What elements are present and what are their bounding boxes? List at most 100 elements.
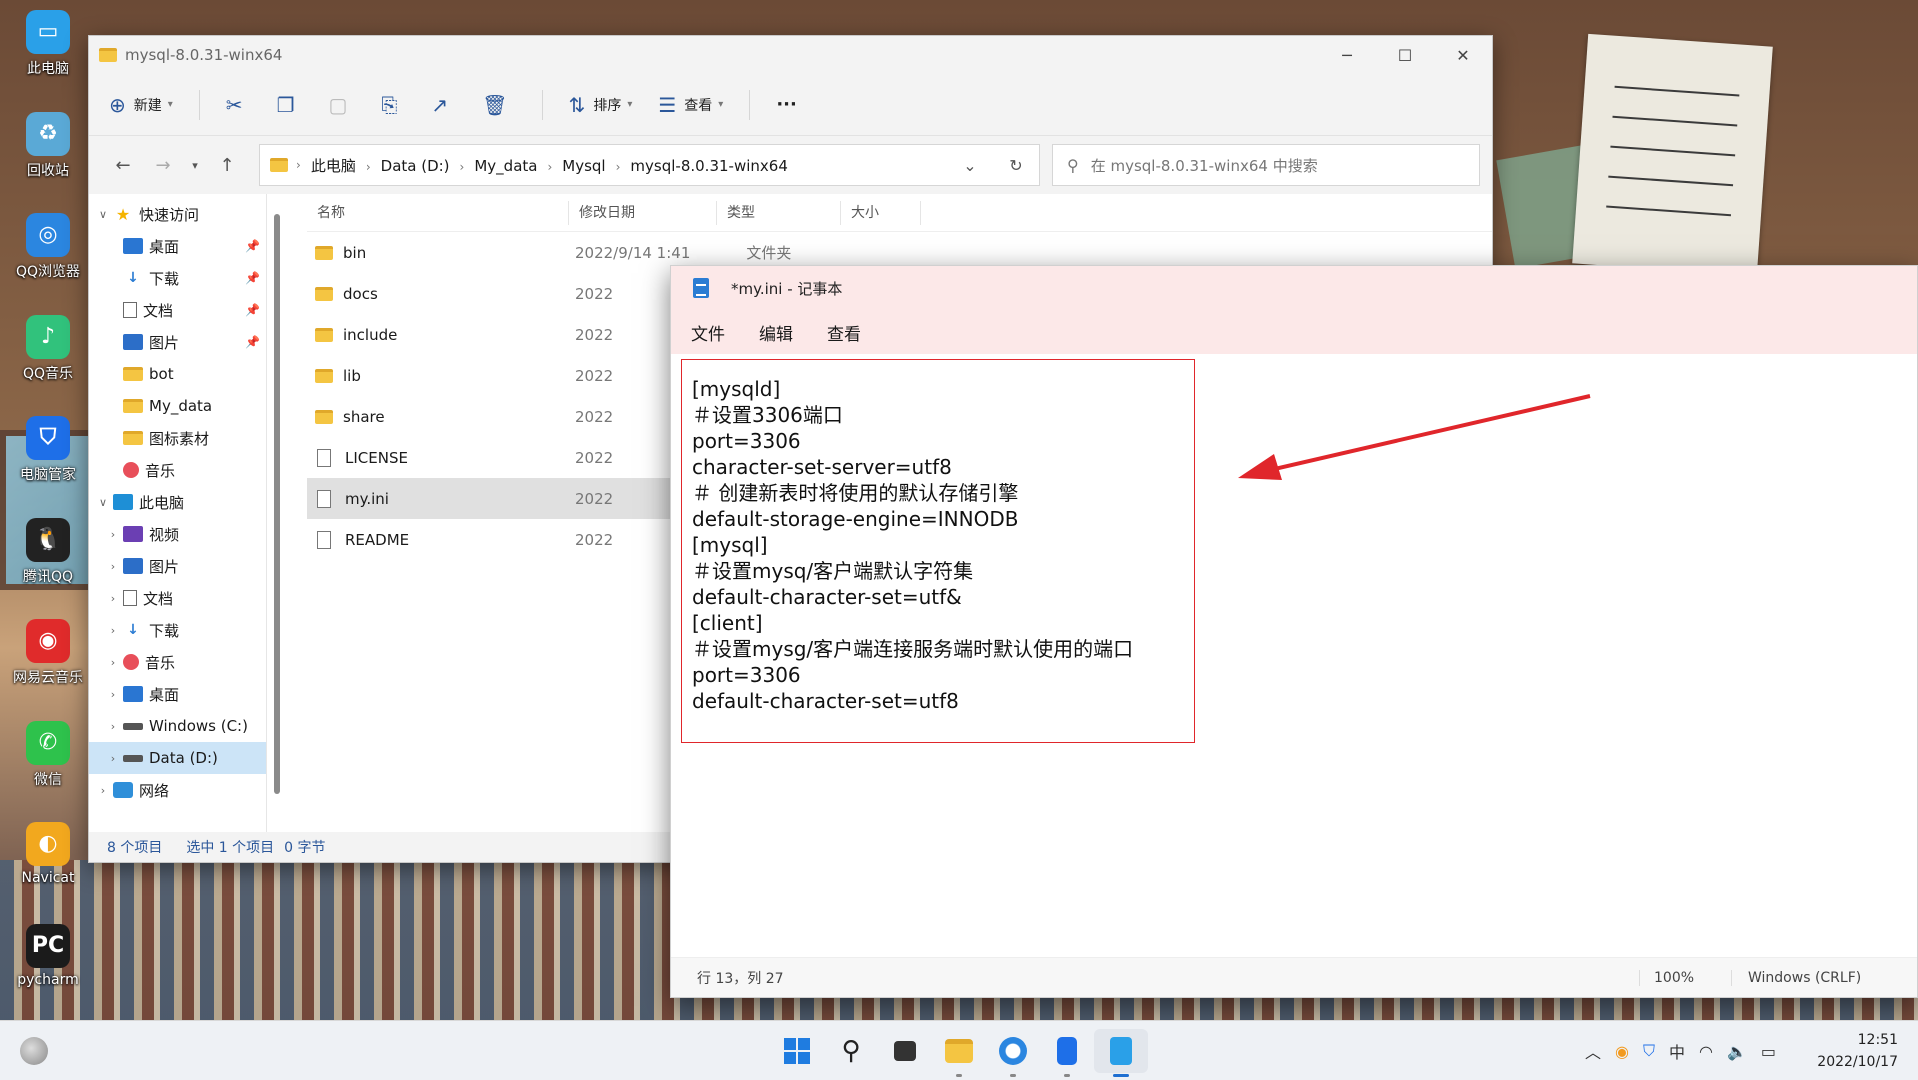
up-arrow-icon[interactable]: ↑ (207, 155, 247, 176)
search-icon[interactable]: ⚲ (824, 1029, 878, 1073)
delete-button[interactable]: 🗑 (482, 93, 515, 117)
sidebar-item-pc-2[interactable]: › 文档 (89, 582, 266, 614)
chevron-up-icon[interactable]: ︿ (1585, 1039, 1601, 1063)
clock[interactable]: 12:51 2022/10/17 (1817, 1029, 1898, 1073)
recent-chevron-icon[interactable]: ▾ (183, 159, 207, 172)
breadcrumb-separator[interactable]: › (616, 160, 621, 174)
breadcrumb-separator[interactable]: › (460, 160, 465, 174)
chevron-right-icon[interactable]: › (103, 720, 123, 733)
breadcrumb-item[interactable]: Mysql (562, 157, 605, 175)
volume-icon[interactable]: 🔈 (1727, 1042, 1747, 1061)
forward-arrow-icon[interactable]: → (143, 155, 183, 176)
line-ending[interactable]: Windows (CRLF) (1731, 969, 1861, 986)
minimize-icon[interactable]: ─ (1318, 36, 1376, 74)
chevron-right-icon[interactable]: › (103, 592, 123, 605)
notepad-titlebar[interactable]: *my.ini - 记事本 (671, 266, 1917, 310)
chevron-down-icon[interactable]: ∨ (93, 208, 113, 221)
desktop-icon-1[interactable]: ♻ 回收站 (4, 111, 92, 180)
windows-start-icon[interactable] (770, 1029, 824, 1073)
notepad-window[interactable]: *my.ini - 记事本 文件 编辑 查看 [mysqld] ＃设置3306端口 po… (670, 265, 1918, 998)
breadcrumb-item[interactable]: Data (D:) (381, 157, 450, 175)
close-icon[interactable]: ✕ (1434, 36, 1492, 74)
cut-button[interactable]: ✂ (226, 93, 251, 117)
shield-icon[interactable]: ⛉ (1643, 1041, 1655, 1061)
sidebar-item-pc-0[interactable]: › 视频 (89, 518, 266, 550)
paste-button[interactable]: ▢ (329, 93, 356, 117)
chevron-right-icon[interactable]: › (103, 560, 123, 573)
view-button[interactable]: ☰ 查看 ▾ (658, 93, 723, 117)
task-view-icon[interactable] (878, 1029, 932, 1073)
sidebar-item-quick-7[interactable]: 音乐 (89, 454, 266, 486)
sidebar-item-quick-4[interactable]: bot (89, 358, 266, 390)
copy-button[interactable]: ❐ (277, 93, 303, 117)
search-box[interactable]: ⚲ 在 mysql-8.0.31-winx64 中搜索 (1052, 144, 1480, 186)
sidebar-item-pc-4[interactable]: › 音乐 (89, 646, 266, 678)
column-size[interactable]: 大小 (841, 200, 921, 225)
sidebar-network[interactable]: › 网络 (89, 774, 266, 806)
breadcrumb-item[interactable]: My_data (474, 157, 537, 175)
address-bar[interactable]: › 此电脑 › Data (D:) › My_data › Mysql › mysql-8.0.… (259, 144, 1040, 186)
breadcrumb-item[interactable]: 此电脑 (311, 157, 356, 175)
desktop-icon-0[interactable]: ▭ 此电脑 (4, 10, 92, 78)
sidebar-item-pc-1[interactable]: › 图片 (89, 550, 266, 582)
column-name[interactable]: 名称 (307, 200, 569, 225)
sidebar-item-pc-6[interactable]: › Windows (C:) (89, 710, 266, 742)
sidebar-item-quick-6[interactable]: 图标素材 (89, 422, 266, 454)
sidebar-item-quick-1[interactable]: ↓ 下载 📌 (89, 262, 266, 294)
sidebar-item-quick-5[interactable]: My_data (89, 390, 266, 422)
desktop-icon-5[interactable]: 🐧 腾讯QQ (4, 517, 92, 586)
explorer-titlebar[interactable]: mysql-8.0.31-winx64 (89, 36, 1492, 74)
chevron-right-icon[interactable]: › (103, 528, 123, 541)
sidebar-item-quick-3[interactable]: 图片 📌 (89, 326, 266, 358)
qq-browser-icon[interactable] (986, 1029, 1040, 1077)
new-button[interactable]: ⊕ 新建 ▾ (109, 93, 173, 117)
sidebar-quick-access[interactable]: ∨ ★ 快速访问 (89, 198, 266, 230)
rename-button[interactable]: ⎘ (381, 93, 405, 117)
chevron-right-icon[interactable]: › (103, 752, 123, 765)
chevron-right-icon[interactable]: › (103, 656, 123, 669)
sidebar-this-pc[interactable]: ∨ 此电脑 (89, 486, 266, 518)
sidebar-item-pc-5[interactable]: › 桌面 (89, 678, 266, 710)
address-dropdown-icon[interactable]: ⌄ (947, 156, 993, 175)
sidebar-scrollbar[interactable] (274, 214, 280, 794)
menu-item[interactable]: 查看 (827, 320, 861, 345)
file-explorer-icon[interactable] (932, 1029, 986, 1077)
zoom-level[interactable]: 100% (1639, 969, 1694, 986)
desktop-icon-6[interactable]: ◉ 网易云音乐 (4, 619, 92, 687)
breadcrumb-item[interactable]: mysql-8.0.31-winx64 (630, 157, 787, 175)
menu-item[interactable]: 文件 (691, 320, 725, 345)
desktop-icon-3[interactable]: ♪ QQ音乐 (4, 314, 92, 383)
share-button[interactable]: ↗ (431, 93, 456, 117)
widgets-icon[interactable] (20, 1037, 48, 1065)
notepad-icon[interactable] (1094, 1029, 1148, 1077)
back-arrow-icon[interactable]: ← (103, 155, 143, 176)
phone-icon[interactable] (1040, 1029, 1094, 1077)
sidebar-item-pc-7[interactable]: › Data (D:) (89, 742, 266, 774)
ime-indicator[interactable]: 中 (1669, 1039, 1685, 1063)
chevron-right-icon[interactable]: › (103, 624, 123, 637)
notepad-text-area[interactable]: [mysqld] ＃设置3306端口 port=3306 character-set-… (681, 359, 1195, 743)
wifi-icon[interactable]: ◠ (1699, 1042, 1713, 1061)
sidebar-item-quick-2[interactable]: 文档 📌 (89, 294, 266, 326)
battery-icon[interactable]: ▭ (1761, 1042, 1776, 1061)
desktop-icon-9[interactable]: PC pycharm (4, 923, 92, 988)
breadcrumb-separator[interactable]: › (547, 160, 552, 174)
more-options-button[interactable]: ··· (776, 94, 797, 115)
refresh-icon[interactable]: ↻ (993, 156, 1039, 175)
breadcrumb-separator[interactable]: › (366, 160, 371, 174)
chevron-right-icon[interactable]: › (103, 688, 123, 701)
maximize-icon[interactable]: ☐ (1376, 36, 1434, 74)
desktop-icon-8[interactable]: ◐ Navicat (4, 822, 92, 886)
desktop-icon-7[interactable]: ✆ 微信 (4, 720, 92, 789)
menu-item[interactable]: 编辑 (759, 320, 793, 345)
column-type[interactable]: 类型 (717, 200, 841, 225)
desktop-icon-4[interactable]: ⛉ 电脑管家 (4, 416, 92, 484)
sidebar-item-quick-0[interactable]: 桌面 📌 (89, 230, 266, 262)
column-modified[interactable]: 修改日期 (569, 200, 717, 225)
chevron-right-icon[interactable]: › (93, 784, 113, 797)
sidebar-item-pc-3[interactable]: › ↓ 下载 (89, 614, 266, 646)
desktop-icon-2[interactable]: ◎ QQ浏览器 (4, 213, 92, 281)
chevron-down-icon[interactable]: ∨ (93, 496, 113, 509)
qq-music-tray-icon[interactable]: ◉ (1615, 1042, 1629, 1061)
sort-button[interactable]: ⇅ 排序 ▾ (569, 93, 633, 117)
